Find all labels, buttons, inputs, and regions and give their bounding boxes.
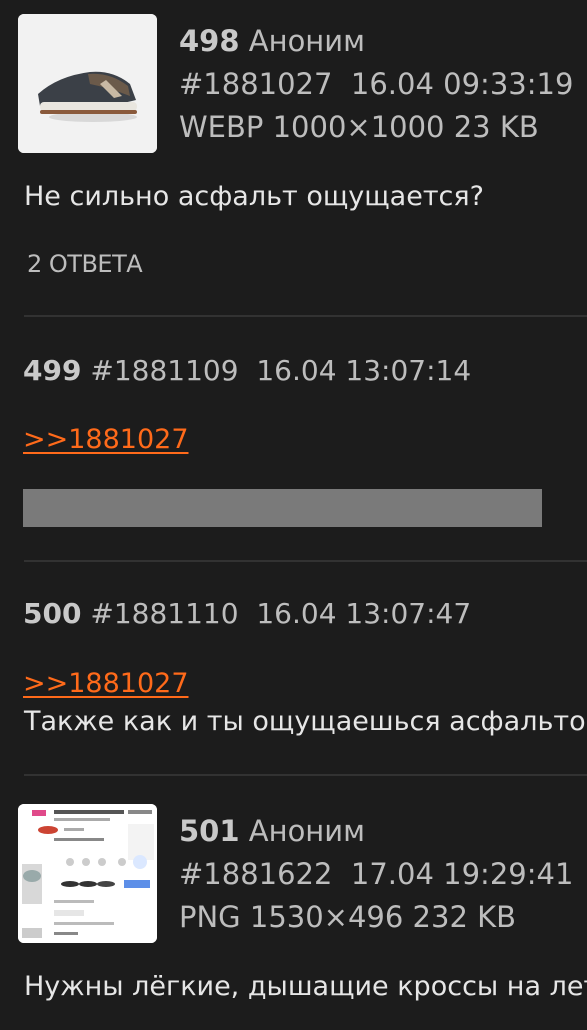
post-number: 500 [23, 597, 82, 630]
post-divider [24, 774, 587, 776]
sneaker-image [18, 14, 157, 153]
answers-link[interactable]: 2 ОТВЕТА [27, 250, 143, 278]
shop-screenshot-image [18, 804, 157, 943]
post-author: Аноним [248, 814, 365, 848]
post-id[interactable]: #1881110 [90, 597, 238, 630]
post-text: Не сильно асфальт ощущается? [24, 181, 484, 212]
post-image-thumbnail[interactable] [18, 804, 157, 943]
post-image-thumbnail[interactable] [18, 14, 157, 153]
post-meta: 498 Аноним #1881027 16.04 09:33:19 WEBP … [179, 20, 573, 149]
post-date: 16.04 09:33:19 [350, 67, 574, 101]
post-meta: 501 Аноним #1881622 17.04 19:29:41 PNG 1… [179, 810, 573, 939]
post-date: 16.04 13:07:14 [256, 354, 472, 387]
post-date: 17.04 19:29:41 [350, 857, 574, 891]
post-id[interactable]: #1881027 [179, 67, 332, 101]
post-header: 500 #1881110 16.04 13:07:47 [23, 597, 471, 630]
post-divider [24, 560, 587, 562]
reply-link[interactable]: >>1881027 [23, 424, 189, 455]
post-author: Аноним [248, 24, 365, 58]
post-header: 499 #1881109 16.04 13:07:14 [23, 354, 471, 387]
post-number: 501 [179, 814, 240, 848]
post-id[interactable]: #1881109 [90, 354, 238, 387]
post-number: 499 [23, 354, 82, 387]
post-date: 16.04 13:07:47 [256, 597, 472, 630]
reply-link[interactable]: >>1881027 [23, 668, 189, 699]
post-text: Также как и ты ощущаешься асфальтом [24, 706, 587, 737]
file-info: PNG 1530×496 232 KB [179, 900, 517, 934]
post-divider [24, 315, 587, 317]
file-info: WEBP 1000×1000 23 KB [179, 110, 539, 144]
post-id[interactable]: #1881622 [179, 857, 332, 891]
post-number: 498 [179, 24, 240, 58]
spoiler-text[interactable] [23, 489, 542, 527]
post-text: Нужны лёгкие, дышащие кроссы на лето [24, 971, 587, 1002]
